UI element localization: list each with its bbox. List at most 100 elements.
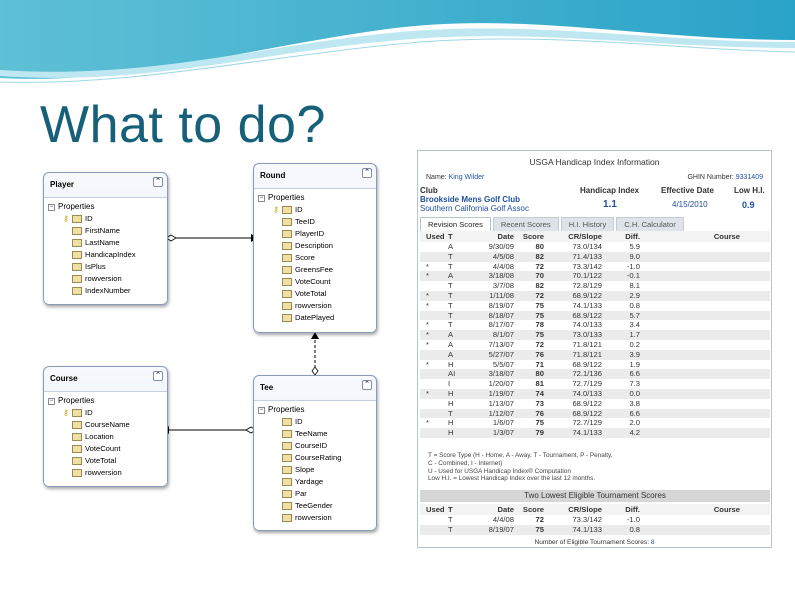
tournament-scores-table: Used T Date Score CR/Slope Diff. Course T 4/4/0… — [420, 504, 770, 535]
field-row[interactable]: LastName — [44, 237, 167, 249]
field-row[interactable]: ⚷ ID — [44, 407, 167, 419]
property-icon — [282, 514, 292, 522]
collapse-icon[interactable]: ⌃ — [362, 168, 372, 178]
field-row[interactable]: CourseID — [254, 440, 376, 452]
property-icon — [72, 227, 82, 235]
field-row[interactable]: TeeID — [254, 216, 376, 228]
handicap-index-header: Handicap Index — [580, 186, 640, 195]
field-row[interactable]: rowversion — [254, 300, 376, 312]
field-row[interactable]: VoteTotal — [254, 288, 376, 300]
tab-ch-calculator[interactable]: C.H. Calculator — [616, 217, 684, 231]
table-row: H 1/13/07 73 68.9/122 3.8 — [448, 398, 640, 408]
entity-title: Tee — [260, 383, 274, 392]
table-row: T 4/4/08 72 73.3/142 -1.0 — [448, 515, 640, 524]
entity-tee[interactable]: Tee ⌃ − Properties ID TeeName CourseID Cou… — [253, 375, 377, 531]
field-row[interactable]: Slope — [254, 464, 376, 476]
entity-title: Round — [260, 171, 286, 180]
player-name: Name: King Wilder — [426, 174, 485, 181]
field-row[interactable]: CourseRating — [254, 452, 376, 464]
key-icon: ⚷ — [63, 408, 69, 417]
minus-icon[interactable]: − — [48, 397, 55, 405]
minus-icon[interactable]: − — [258, 406, 265, 414]
field-row[interactable]: CourseName — [44, 419, 167, 431]
properties-section[interactable]: − Properties — [44, 201, 167, 213]
table-row: * H 1/19/07 74 74.0/133 0.0 — [420, 388, 770, 399]
tab-bar: Revision Scores Recent Scores H.I. Histo… — [420, 217, 684, 231]
entity-diagram: Player ⌃ − Properties ⚷ ID FirstName LastNa… — [38, 157, 390, 540]
field-row[interactable]: rowversion — [254, 512, 376, 524]
tab-revision-scores[interactable]: Revision Scores — [420, 217, 491, 231]
slide-title: What to do? — [40, 96, 326, 154]
field-row[interactable]: GreensFee — [254, 264, 376, 276]
properties-section[interactable]: − Properties — [44, 395, 167, 407]
property-icon — [282, 302, 292, 310]
property-icon — [72, 239, 82, 247]
field-row[interactable]: ⚷ ID — [44, 213, 167, 225]
table-row: I 1/20/07 81 72.7/129 7.3 — [448, 379, 640, 389]
club-name: Brookside Mens Golf Club — [420, 195, 521, 204]
minus-icon[interactable]: − — [48, 203, 55, 211]
property-icon — [282, 314, 292, 322]
club-association: Southern California Golf Assoc — [420, 204, 529, 213]
field-row[interactable]: FirstName — [44, 225, 167, 237]
field-row[interactable]: ⚷ ID — [254, 204, 376, 216]
entity-player[interactable]: Player ⌃ − Properties ⚷ ID FirstName LastNa… — [43, 172, 168, 305]
property-icon — [72, 445, 82, 453]
property-icon — [282, 278, 292, 286]
field-row[interactable]: Yardage — [254, 476, 376, 488]
property-icon — [282, 454, 292, 462]
table-row: T 3/7/08 82 72.8/129 8.1 — [448, 281, 640, 291]
field-row[interactable]: rowversion — [44, 273, 167, 285]
field-row[interactable]: Location — [44, 431, 167, 443]
field-row[interactable]: VoteCount — [254, 276, 376, 288]
handicap-index-value: 1.1 — [603, 199, 617, 210]
field-row[interactable]: Score — [254, 252, 376, 264]
field-row[interactable]: rowversion — [44, 467, 167, 479]
property-icon — [282, 254, 292, 262]
minus-icon[interactable]: − — [258, 194, 265, 202]
entity-course[interactable]: Course ⌃ − Properties ⚷ ID CourseName Locat… — [43, 366, 168, 487]
tab-hi-history[interactable]: H.I. History — [560, 217, 615, 231]
property-icon — [282, 442, 292, 450]
field-row[interactable]: Description — [254, 240, 376, 252]
tournament-section-title: Two Lowest Eligible Tournament Scores — [420, 490, 770, 502]
key-icon: ⚷ — [63, 214, 69, 223]
handicap-panel: USGA Handicap Index Information Name: Ki… — [417, 150, 772, 548]
properties-section[interactable]: − Properties — [254, 192, 376, 204]
table-row: * T 1/11/08 72 68.9/122 2.9 — [420, 290, 770, 301]
header-wave-decoration — [0, 0, 795, 83]
field-row[interactable]: HandicapIndex — [44, 249, 167, 261]
field-row[interactable]: DatePlayed — [254, 312, 376, 324]
table-row: T 8/19/07 75 74.1/133 0.8 — [420, 524, 770, 535]
collapse-icon[interactable]: ⌃ — [153, 371, 163, 381]
entity-title: Player — [50, 180, 75, 189]
field-row[interactable]: TeeName — [254, 428, 376, 440]
property-icon — [282, 478, 292, 486]
tab-recent-scores[interactable]: Recent Scores — [492, 217, 559, 231]
revision-scores-table: Used T Date Score CR/Slope Diff. Course A 9/30/… — [420, 231, 770, 438]
ghin-number: GHIN Number: 9331409 — [687, 174, 763, 181]
property-icon — [72, 275, 82, 283]
property-icon — [282, 242, 292, 250]
field-row[interactable]: IsPlus — [44, 261, 167, 273]
table-row: T 8/18/07 75 68.9/122 5.7 — [420, 310, 770, 321]
collapse-icon[interactable]: ⌃ — [153, 177, 163, 187]
field-row[interactable]: TeeGender — [254, 500, 376, 512]
property-icon — [72, 215, 82, 223]
field-row[interactable]: ID — [254, 416, 376, 428]
properties-section[interactable]: − Properties — [254, 404, 376, 416]
property-icon — [282, 230, 292, 238]
entity-round[interactable]: Round ⌃ − Properties ⚷ ID TeeID PlayerID De… — [253, 163, 377, 333]
table-row: * T 8/19/07 75 74.1/133 0.8 — [426, 300, 640, 310]
field-row[interactable]: VoteCount — [44, 443, 167, 455]
property-icon — [72, 287, 82, 295]
effective-date-header: Effective Date — [661, 186, 714, 195]
effective-date-value: 4/15/2010 — [672, 200, 708, 209]
field-row[interactable]: Par — [254, 488, 376, 500]
collapse-icon[interactable]: ⌃ — [362, 380, 372, 390]
property-icon — [282, 290, 292, 298]
table-header: Used T Date Score CR/Slope Diff. Course — [420, 231, 770, 242]
field-row[interactable]: VoteTotal — [44, 455, 167, 467]
field-row[interactable]: IndexNumber — [44, 285, 167, 297]
field-row[interactable]: PlayerID — [254, 228, 376, 240]
